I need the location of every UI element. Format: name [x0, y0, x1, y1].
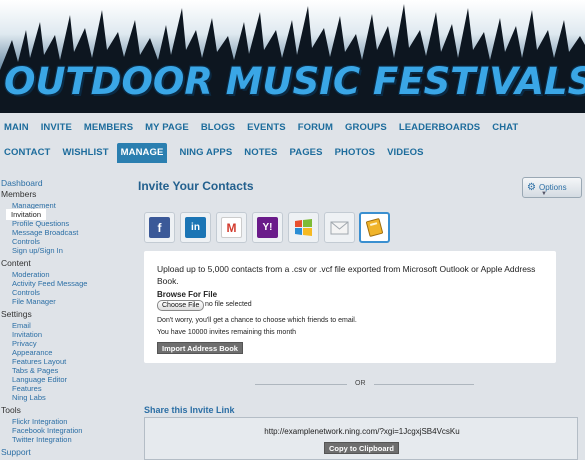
- sidebar-link-flickr[interactable]: Flickr Integration: [12, 417, 67, 426]
- nav-item-my-page[interactable]: MY PAGE: [141, 118, 197, 138]
- windows-live-icon: [295, 219, 312, 236]
- nav-item-invite[interactable]: INVITE: [37, 118, 80, 138]
- linkedin-icon: in: [185, 217, 206, 238]
- provider-address-book-button[interactable]: [359, 212, 390, 243]
- nav-item-members[interactable]: MEMBERS: [80, 118, 141, 138]
- chevron-down-icon: ▼: [541, 191, 547, 197]
- sidebar-link-tabs-pages[interactable]: Tabs & Pages: [12, 366, 58, 375]
- sidebar-link-language-editor[interactable]: Language Editor: [12, 375, 67, 384]
- nav-item-videos[interactable]: VIDEOS: [383, 143, 432, 163]
- sidebar-link-signup[interactable]: Sign up/Sign In: [12, 246, 63, 255]
- sidebar-link-profile-questions[interactable]: Profile Questions: [12, 219, 69, 228]
- nav-item-ning-apps[interactable]: NING APPS: [175, 143, 240, 163]
- nav-row-secondary: CONTACT WISHLIST MANAGE NING APPS NOTES …: [0, 141, 432, 165]
- provider-gmail-button[interactable]: M: [216, 212, 247, 243]
- browse-label: Browse For File: [157, 290, 218, 299]
- sidebar-link-facebook[interactable]: Facebook Integration: [12, 426, 82, 435]
- provider-facebook-button[interactable]: f: [144, 212, 175, 243]
- nav-item-groups[interactable]: GROUPS: [341, 118, 395, 138]
- sidebar-link-ning-labs[interactable]: Ning Labs: [12, 393, 46, 402]
- sidebar-link-moderation[interactable]: Moderation: [12, 270, 50, 279]
- copy-to-clipboard-button[interactable]: Copy to Clipboard: [324, 442, 399, 454]
- site-banner: OUTDOOR MUSIC FESTIVALS: [0, 0, 585, 113]
- gear-icon: ⚙: [527, 182, 536, 193]
- nav-row-primary: MAIN INVITE MEMBERS MY PAGE BLOGS EVENTS…: [0, 116, 526, 140]
- nav-item-wishlist[interactable]: WISHLIST: [58, 143, 116, 163]
- sidebar-heading-members: Members: [1, 189, 37, 199]
- nav-item-blogs[interactable]: BLOGS: [197, 118, 243, 138]
- options-button[interactable]: ⚙ Options ▼: [522, 177, 582, 198]
- nav-item-pages[interactable]: PAGES: [286, 143, 331, 163]
- provider-linkedin-button[interactable]: in: [180, 212, 211, 243]
- admin-sidebar: Dashboard Members Management Invitation …: [0, 175, 130, 460]
- nav-item-notes[interactable]: NOTES: [240, 143, 285, 163]
- sidebar-link-activity-feed[interactable]: Activity Feed Message: [12, 279, 87, 288]
- nav-item-contact[interactable]: CONTACT: [0, 143, 58, 163]
- sidebar-link-support[interactable]: Support: [1, 447, 31, 457]
- sidebar-link-twitter[interactable]: Twitter Integration: [12, 435, 72, 444]
- sidebar-link-appearance[interactable]: Appearance: [12, 348, 52, 357]
- share-link-box: http://examplenetwork.ning.com/?xgi=1Jcg…: [144, 417, 578, 460]
- provider-email-button[interactable]: [324, 212, 355, 243]
- sidebar-link-file-manager[interactable]: File Manager: [12, 297, 56, 306]
- sidebar-link-email[interactable]: Email: [12, 321, 31, 330]
- sidebar-link-invitation-settings[interactable]: Invitation: [12, 330, 42, 339]
- sidebar-link-dashboard[interactable]: Dashboard: [1, 178, 43, 188]
- sidebar-link-features[interactable]: Features: [12, 384, 42, 393]
- sidebar-link-content-controls[interactable]: Controls: [12, 288, 40, 297]
- divider-right: [374, 384, 474, 385]
- sidebar-link-message-broadcast[interactable]: Message Broadcast: [12, 228, 78, 237]
- nav-item-main[interactable]: MAIN: [0, 118, 37, 138]
- share-invite-link-heading: Share this Invite Link: [144, 405, 235, 415]
- nav-item-chat[interactable]: CHAT: [488, 118, 526, 138]
- provider-yahoo-button[interactable]: Y!: [252, 212, 283, 243]
- site-title: OUTDOOR MUSIC FESTIVALS: [4, 60, 585, 103]
- divider-left: [255, 384, 347, 385]
- yahoo-icon: Y!: [257, 217, 278, 238]
- nav-item-manage[interactable]: MANAGE: [116, 143, 168, 163]
- sidebar-heading-settings: Settings: [1, 309, 32, 319]
- sidebar-link-privacy[interactable]: Privacy: [12, 339, 37, 348]
- main-navigation: MAIN INVITE MEMBERS MY PAGE BLOGS EVENTS…: [0, 113, 585, 167]
- invite-link-url[interactable]: http://examplenetwork.ning.com/?xgi=1Jcg…: [145, 427, 579, 436]
- import-address-book-button[interactable]: Import Address Book: [157, 342, 243, 354]
- sidebar-heading-content: Content: [1, 258, 31, 268]
- or-separator: OR: [355, 380, 366, 387]
- upload-description: Upload up to 5,000 contacts from a .csv …: [157, 264, 536, 286]
- choose-friends-note: Don't worry, you'll get a chance to choo…: [157, 317, 357, 324]
- sidebar-heading-tools: Tools: [1, 405, 21, 415]
- sidebar-link-member-controls[interactable]: Controls: [12, 237, 40, 246]
- facebook-icon: f: [149, 217, 170, 238]
- provider-windows-live-button[interactable]: [288, 212, 319, 243]
- nav-item-leaderboards[interactable]: LEADERBOARDS: [395, 118, 488, 138]
- file-status-text: no file selected: [205, 301, 252, 308]
- page-title: Invite Your Contacts: [138, 179, 254, 193]
- address-book-icon: [366, 218, 383, 237]
- nav-item-photos[interactable]: PHOTOS: [331, 143, 384, 163]
- envelope-icon: [330, 221, 349, 235]
- invites-remaining-text: You have 10000 invites remaining this mo…: [157, 329, 297, 336]
- sidebar-link-features-layout[interactable]: Features Layout: [12, 357, 66, 366]
- gmail-icon: M: [221, 217, 242, 238]
- address-book-upload-panel: Upload up to 5,000 contacts from a .csv …: [144, 251, 556, 363]
- nav-item-forum[interactable]: FORUM: [294, 118, 341, 138]
- choose-file-button[interactable]: Choose File: [157, 300, 205, 311]
- nav-item-events[interactable]: EVENTS: [243, 118, 294, 138]
